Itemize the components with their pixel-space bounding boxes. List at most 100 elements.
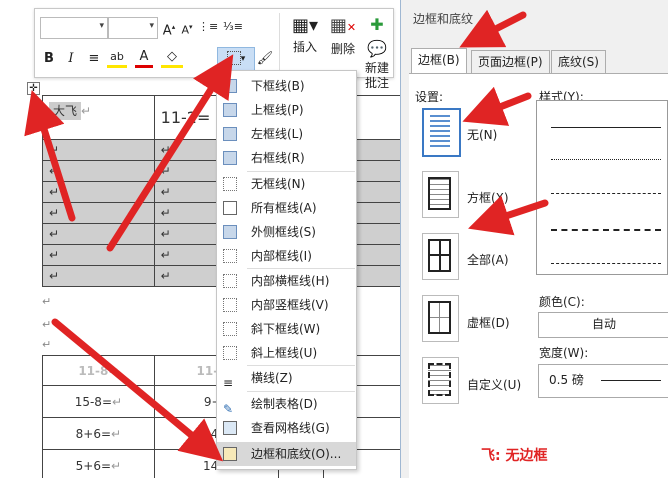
borders-dropdown-button[interactable]: ▾	[217, 47, 255, 71]
no-border-icon	[223, 177, 237, 191]
style-dotted[interactable]	[551, 159, 661, 160]
highlight-icon[interactable]: ab	[107, 49, 127, 68]
setting-custom-icon[interactable]	[422, 357, 459, 404]
color-dropdown[interactable]: 自动	[538, 312, 668, 338]
menu-item-bottom-border[interactable]: 下框线(B)	[217, 74, 356, 98]
outside-borders-icon	[223, 225, 237, 239]
table-cell[interactable]: ↵	[42, 160, 155, 182]
chevron-down-icon: ▾	[99, 21, 104, 31]
numbered-list-icon[interactable]: ⅓≡	[223, 17, 243, 37]
tab-page-border[interactable]: 页面边框(P)	[471, 50, 550, 73]
table-cell[interactable]: ↵	[42, 202, 155, 224]
table-cell[interactable]: 11-8=	[42, 355, 155, 386]
view-gridlines-icon	[223, 421, 237, 435]
paragraph-mark: ↵	[42, 338, 52, 351]
insert-button[interactable]: ▦▾ 插入	[285, 13, 325, 75]
tab-borders[interactable]: 边框(B)	[411, 48, 467, 75]
table-cell[interactable]: 大飞 ↵	[42, 95, 155, 140]
table-cell[interactable]: ↵	[42, 139, 155, 161]
table-cell[interactable]: ↵	[42, 223, 155, 245]
table-move-handle-icon[interactable]: ✛	[27, 82, 40, 95]
menu-item-left-border[interactable]: 左框线(L)	[217, 122, 356, 146]
diagonal-up-border-icon	[223, 346, 237, 360]
mini-toolbar: ▾ ▾ A▴ A▾ ⋮≡ ⅓≡ B I ≡ ab A ◇ ▾ 🖌 ▦▾ 插入 ▦…	[34, 8, 394, 90]
menu-item-inside-horizontal[interactable]: 内部横框线(H)	[217, 269, 356, 293]
paragraph-mark: ↵	[42, 318, 52, 331]
style-dash-dot[interactable]	[551, 263, 661, 264]
right-border-icon	[223, 151, 237, 165]
setting-all-label[interactable]: 全部(A)	[467, 251, 509, 268]
table-cell[interactable]: 5+6=↵	[42, 449, 155, 478]
annotation-text: 飞: 无边框	[481, 448, 548, 464]
preview-grid	[428, 239, 451, 272]
top-border-icon	[223, 103, 237, 117]
width-dropdown[interactable]: 0.5 磅	[538, 364, 668, 398]
inside-borders-icon	[223, 249, 237, 263]
setting-box-label[interactable]: 方框(X)	[467, 189, 509, 206]
delete-button[interactable]: ▦✕ 删除	[327, 13, 359, 75]
table-cell[interactable]: 8+6=↵	[42, 417, 155, 450]
new-comment-button[interactable]: ✚💬 新建批注	[361, 13, 393, 90]
preview-grid	[428, 301, 451, 334]
table-cell[interactable]: ↵	[42, 244, 155, 266]
bold-button[interactable]: B	[41, 49, 57, 69]
style-solid[interactable]	[551, 127, 661, 128]
menu-item-horizontal-line[interactable]: ≡ 横线(Z)	[217, 366, 356, 390]
toolbar-divider	[279, 13, 280, 75]
horizontal-line-icon: ≡	[223, 376, 234, 390]
menu-item-right-border[interactable]: 右框线(R)	[217, 146, 356, 170]
shading-icon[interactable]: ◇	[161, 49, 183, 68]
menu-item-inside-borders[interactable]: 内部框线(I)	[217, 244, 356, 268]
table-cell[interactable]: ↵	[42, 265, 155, 287]
style-dash-small[interactable]	[551, 193, 661, 194]
chevron-down-icon: ▾	[149, 21, 154, 31]
table-cell[interactable]: ↵	[42, 181, 155, 203]
setting-custom-label[interactable]: 自定义(U)	[467, 376, 521, 393]
menu-item-outside-borders[interactable]: 外侧框线(S)	[217, 220, 356, 244]
menu-item-borders-and-shading[interactable]: 边框和底纹(O)...	[217, 442, 356, 466]
menu-item-diagonal-up[interactable]: 斜上框线(U)	[217, 341, 356, 365]
format-painter-icon[interactable]: 🖌	[255, 49, 275, 69]
inside-horizontal-border-icon	[223, 274, 237, 288]
color-label: 颜色(C):	[539, 295, 585, 309]
line-style-list[interactable]	[536, 100, 668, 275]
delete-table-icon: ▦✕	[329, 15, 357, 36]
menu-item-no-border[interactable]: 无框线(N)	[217, 172, 356, 196]
menu-item-inside-vertical[interactable]: 内部竖框线(V)	[217, 293, 356, 317]
setting-grid-label[interactable]: 虚框(D)	[467, 314, 510, 331]
border-grid-icon	[226, 50, 241, 65]
setting-none-icon[interactable]	[422, 108, 461, 157]
setting-box-icon[interactable]	[422, 171, 459, 218]
cell-text: 大飞	[49, 102, 82, 120]
menu-item-view-gridlines[interactable]: 查看网格线(G)	[217, 416, 356, 440]
preview-lines	[430, 115, 450, 147]
italic-button[interactable]: I	[63, 49, 79, 69]
tab-shading[interactable]: 底纹(S)	[551, 50, 606, 73]
table-cell[interactable]: 15-8=↵	[42, 385, 155, 418]
setting-grid-icon[interactable]	[422, 295, 459, 342]
insert-table-icon: ▦▾	[291, 15, 319, 36]
bottom-border-icon	[223, 79, 237, 93]
width-label: 宽度(W):	[539, 346, 589, 360]
inside-vertical-border-icon	[223, 298, 237, 312]
font-color-icon[interactable]: A	[135, 49, 153, 68]
width-preview-line	[601, 380, 661, 381]
setting-all-icon[interactable]	[422, 233, 459, 280]
menu-item-top-border[interactable]: 上框线(P)	[217, 98, 356, 122]
bullet-list-icon[interactable]: ⋮≡	[198, 17, 218, 37]
setting-none-label[interactable]: 无(N)	[467, 126, 497, 143]
shrink-font-icon[interactable]: A▾	[179, 17, 195, 41]
diagonal-down-border-icon	[223, 322, 237, 336]
draw-table-icon: ✎	[223, 402, 234, 416]
menu-item-draw-table[interactable]: ✎ 绘制表格(D)	[217, 392, 356, 416]
new-comment-icon: ✚💬	[367, 15, 387, 58]
center-align-icon[interactable]: ≡	[85, 49, 103, 69]
menu-item-diagonal-down[interactable]: 斜下框线(W)	[217, 317, 356, 341]
font-name-combo[interactable]: ▾	[40, 17, 108, 39]
left-border-icon	[223, 127, 237, 141]
dialog-title: 边框和底纹	[413, 12, 474, 26]
menu-item-all-borders[interactable]: 所有框线(A)	[217, 196, 356, 220]
grow-font-icon[interactable]: A▴	[161, 17, 177, 41]
style-dash-large[interactable]	[551, 229, 661, 231]
font-size-combo[interactable]: ▾	[108, 17, 158, 39]
